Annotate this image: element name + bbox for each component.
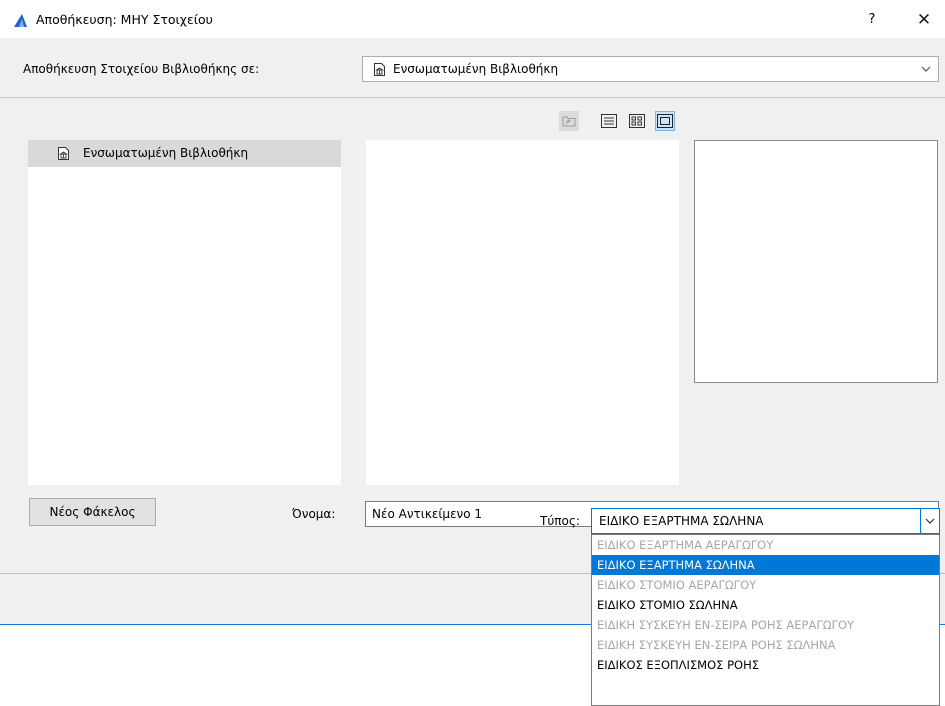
- folder-up-icon: [562, 116, 576, 127]
- help-button[interactable]: ?: [862, 10, 882, 30]
- grid-view-icon: [629, 114, 645, 128]
- type-option: ΕΙΔΙΚΗ ΣΥΣΚΕΥΗ ΕΝ-ΣΕΙΡΑ ΡΟΗΣ ΣΩΛΗΝΑ: [597, 638, 836, 652]
- type-option[interactable]: [592, 675, 939, 695]
- type-label: Τύπος:: [540, 514, 580, 528]
- tree-item-embedded-library[interactable]: Ενσωματωμένη Βιβλιοθήκη: [28, 140, 341, 167]
- save-dialog: Αποθήκευση: ΜΗΥ Στοιχείου ? ✕ Αποθήκευση…: [0, 0, 945, 625]
- type-dropdown-list[interactable]: ΕΙΔΙΚΟ ΕΞΑΡΤΗΜΑ ΑΕΡΑΓΩΓΟΥ ΕΙΔΙΚΟ ΕΞΑΡΤΗΜ…: [591, 534, 940, 706]
- save-in-label: Αποθήκευση Στοιχείου Βιβλιοθήκης σε:: [23, 62, 260, 76]
- title-bar: Αποθήκευση: ΜΗΥ Στοιχείου ? ✕: [0, 0, 945, 38]
- folder-up-button[interactable]: [559, 111, 579, 131]
- tree-item-label: Ενσωματωμένη Βιβλιοθήκη: [83, 146, 249, 160]
- chevron-down-icon: [920, 63, 932, 75]
- preview-view-button[interactable]: [655, 111, 675, 131]
- window-title: Αποθήκευση: ΜΗΥ Στοιχείου: [36, 12, 213, 27]
- file-list[interactable]: [366, 140, 679, 485]
- save-in-dropdown[interactable]: Ενσωματωμένη Βιβλιοθήκη: [362, 56, 939, 82]
- folder-tree[interactable]: Ενσωματωμένη Βιβλιοθήκη: [28, 140, 341, 485]
- type-option[interactable]: ΕΙΔΙΚΟΣ ΕΞΟΠΛΙΣΜΟΣ ΡΟΗΣ: [592, 655, 939, 675]
- list-view-button[interactable]: [599, 111, 619, 131]
- library-icon: [56, 146, 71, 161]
- type-option: ΕΙΔΙΚΗ ΣΥΣΚΕΥΗ ΕΝ-ΣΕΙΡΑ ΡΟΗΣ ΑΕΡΑΓΩΓΟΥ: [597, 618, 855, 632]
- type-option[interactable]: ΕΙΔΙΚΟ ΕΞΑΡΤΗΜΑ ΣΩΛΗΝΑ: [592, 555, 939, 575]
- chevron-down-icon: [925, 518, 935, 524]
- close-button[interactable]: ✕: [913, 9, 935, 31]
- preview-pane: [694, 140, 938, 383]
- archicad-logo-icon: [13, 13, 28, 28]
- type-option: ΕΙΔΙΚΟ ΣΤΟΜΙΟ ΑΕΡΑΓΩΓΟΥ: [597, 578, 757, 592]
- type-option: ΕΙΔΙΚΟ ΕΞΑΡΤΗΜΑ ΑΕΡΑΓΩΓΟΥ: [597, 538, 774, 552]
- name-label: Όνομα:: [292, 507, 336, 521]
- library-icon: [372, 62, 387, 77]
- divider: [0, 97, 945, 98]
- type-select[interactable]: ΕΙΔΙΚΟ ΕΞΑΡΤΗΜΑ ΣΩΛΗΝΑ: [591, 508, 940, 534]
- type-option[interactable]: ΕΙΔΙΚΟ ΣΤΟΜΙΟ ΣΩΛΗΝΑ: [592, 595, 939, 615]
- grid-view-button[interactable]: [627, 111, 647, 131]
- type-select-value: ΕΙΔΙΚΟ ΕΞΑΡΤΗΜΑ ΣΩΛΗΝΑ: [599, 514, 764, 528]
- new-folder-button[interactable]: Νέος Φάκελος: [29, 498, 156, 526]
- save-in-value: Ενσωματωμένη Βιβλιοθήκη: [393, 62, 559, 76]
- list-view-icon: [601, 114, 617, 128]
- preview-view-icon: [657, 114, 673, 128]
- type-dropdown-button[interactable]: [920, 509, 939, 533]
